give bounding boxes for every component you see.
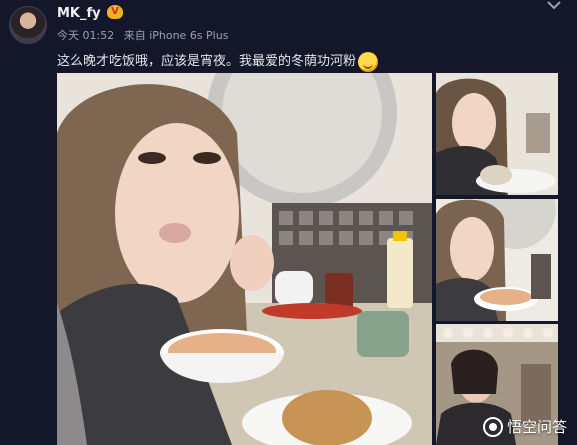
- photo-main-illustration: [57, 73, 432, 445]
- post-time: 今天 01:52: [57, 29, 115, 42]
- post-photo-thumb-1[interactable]: [436, 73, 558, 195]
- avatar[interactable]: [9, 6, 47, 44]
- wukong-logo-icon: [482, 416, 503, 437]
- chevron-down-icon[interactable]: [547, 0, 561, 10]
- post-text-content: 这么晚才吃饭哦，应该是宵夜。我最爱的冬荫功河粉: [57, 54, 357, 69]
- photo-thumb-1-illustration: [436, 73, 558, 195]
- watermark-text: 悟空问答: [506, 418, 567, 436]
- grin-emoji-icon: [358, 51, 379, 72]
- post-text: 这么晚才吃饭哦，应该是宵夜。我最爱的冬荫功河粉: [57, 50, 379, 72]
- post-photo-main[interactable]: [57, 73, 432, 445]
- vip-badge-icon: V: [107, 5, 123, 19]
- post-source: 来自 iPhone 6s Plus: [123, 29, 229, 42]
- post-photo-thumb-2[interactable]: [436, 199, 558, 321]
- username[interactable]: MK_fy: [57, 6, 101, 21]
- watermark: 悟空问答: [482, 416, 567, 437]
- post-meta: 今天 01:52 来自 iPhone 6s Plus: [57, 27, 234, 43]
- photo-thumb-2-illustration: [436, 199, 558, 321]
